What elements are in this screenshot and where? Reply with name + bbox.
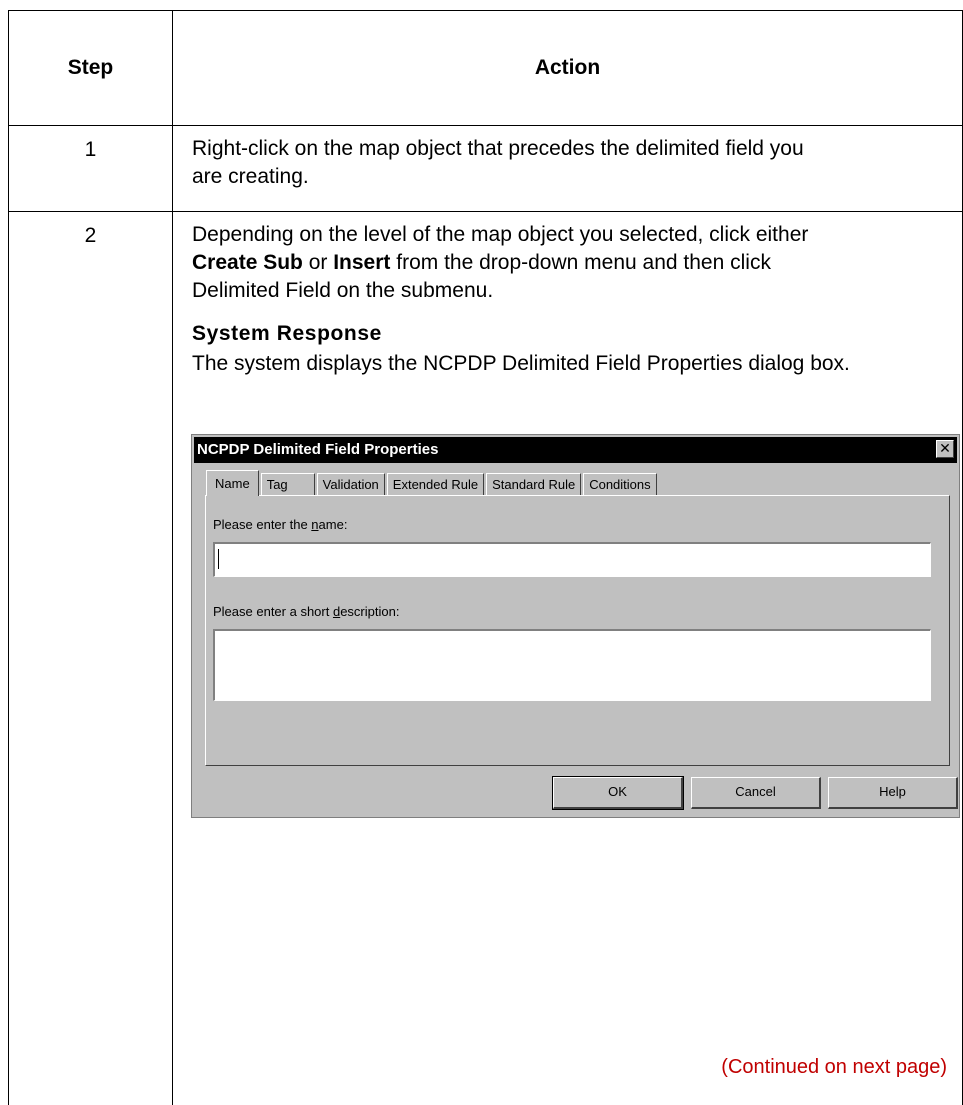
- action-line: Delimited Field on the submenu.: [192, 279, 494, 302]
- step-number: 2: [84, 224, 97, 247]
- steps-table: Step Action 1 Right-click on the map obj…: [8, 10, 963, 1105]
- continued-note-text: (Continued on next page): [721, 1056, 947, 1078]
- tab-extended-rule[interactable]: Extended Rule: [386, 473, 485, 495]
- action-line: Right-click on the map object that prece…: [192, 137, 804, 160]
- tab-conditions[interactable]: Conditions: [583, 473, 657, 495]
- tab-standard-rule[interactable]: Standard Rule: [486, 473, 582, 495]
- ok-button[interactable]: OK: [552, 776, 684, 810]
- label-text: Please enter a short: [213, 604, 333, 619]
- action-text: Depending on the level of the map object…: [192, 221, 952, 305]
- name-label: Please enter the name:: [213, 517, 347, 532]
- continued-note: (Continued on next page): [9, 1056, 962, 1079]
- label-text: escription:: [340, 604, 400, 619]
- label-text: Please enter the: [213, 517, 312, 532]
- action-text: Right-click on the map object that prece…: [192, 135, 952, 191]
- description-label: Please enter a short description:: [213, 604, 399, 619]
- dialog-titlebar: NCPDP Delimited Field Properties ✕: [194, 437, 957, 463]
- action-connector: or: [302, 251, 334, 274]
- system-response-title: System Response: [192, 322, 382, 345]
- text-caret: [218, 549, 219, 569]
- step-number: 1: [84, 138, 97, 161]
- label-text: ame:: [318, 517, 348, 532]
- dialog-title: NCPDP Delimited Field Properties: [197, 441, 439, 458]
- menu-command: Create Sub: [192, 251, 303, 274]
- label-mnemonic: n: [311, 517, 319, 532]
- description-input[interactable]: [213, 629, 931, 701]
- system-response-text: The system displays the NCPDP Delimited …: [192, 352, 850, 375]
- menu-command: Insert: [333, 251, 391, 274]
- tab-strip: Name Tag Validation Extended Rule Standa…: [206, 469, 659, 496]
- name-input[interactable]: [213, 542, 931, 577]
- cancel-button[interactable]: Cancel: [691, 777, 821, 809]
- header-action: Action: [534, 56, 601, 79]
- help-button[interactable]: Help: [828, 777, 958, 809]
- tab-tag[interactable]: Tag: [260, 473, 315, 495]
- table-header-row: Step Action: [9, 11, 962, 126]
- action-line: are creating.: [192, 165, 309, 188]
- properties-dialog: NCPDP Delimited Field Properties ✕ Name …: [191, 434, 960, 818]
- action-line: Depending on the level of the map object…: [192, 223, 809, 246]
- header-step: Step: [67, 56, 114, 79]
- close-icon[interactable]: ✕: [936, 440, 954, 458]
- tab-name[interactable]: Name: [206, 470, 259, 496]
- tab-validation[interactable]: Validation: [316, 473, 385, 495]
- action-line: from the drop-down menu and then click: [390, 251, 771, 274]
- table-row: 1 Right-click on the map object that pre…: [9, 126, 962, 212]
